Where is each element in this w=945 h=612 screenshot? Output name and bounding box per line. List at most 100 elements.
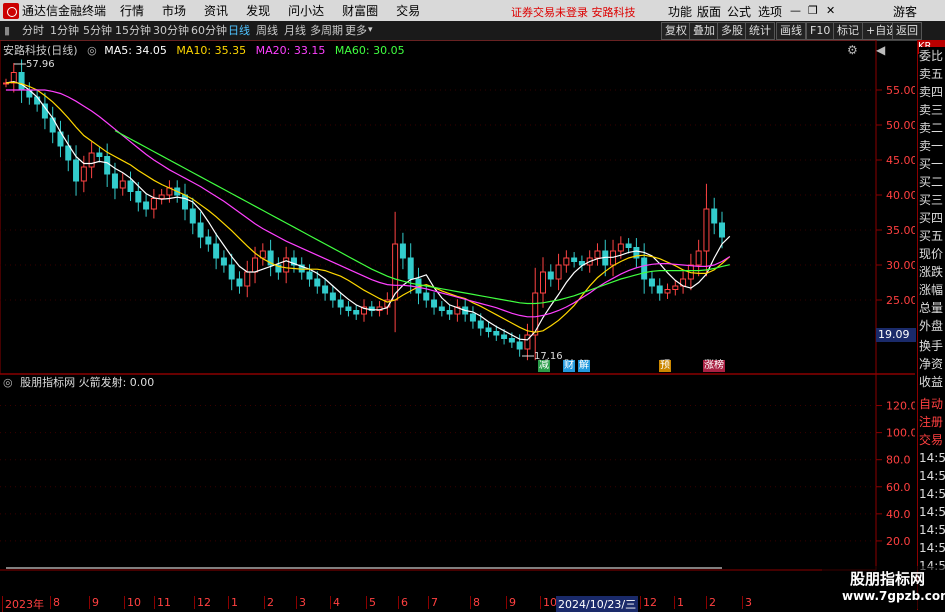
settings-gear-icon[interactable]: ⚙ bbox=[847, 43, 858, 57]
x-axis-label: 1 bbox=[228, 596, 238, 609]
period-60min[interactable]: 60分钟 bbox=[189, 23, 229, 38]
period-weekly[interactable]: 周线 bbox=[254, 23, 280, 38]
side-panel-row: 换手 bbox=[919, 337, 945, 355]
x-axis-label: 11 bbox=[154, 596, 171, 609]
candle-body bbox=[485, 327, 492, 332]
period-1min[interactable]: 1分钟 bbox=[48, 23, 81, 38]
chevron-down-icon[interactable]: ▾ bbox=[366, 23, 375, 38]
kline-chart[interactable]: 25.00 30.00 35.00 40.00 45.00 50.00 55.00 20.0 4… bbox=[0, 40, 915, 610]
candle-body bbox=[135, 191, 142, 203]
side-panel-row: 涨跌 bbox=[919, 263, 945, 281]
menu-hangqing[interactable]: 行情 bbox=[120, 2, 144, 19]
ma5-line bbox=[5, 80, 731, 341]
candle-body bbox=[182, 194, 188, 210]
side-panel-row: 委比 bbox=[919, 47, 945, 65]
candle-body bbox=[337, 299, 344, 308]
x-axis-label: 3 bbox=[296, 596, 306, 609]
candle-body bbox=[617, 243, 624, 252]
candle-body bbox=[423, 292, 430, 301]
event-marker[interactable]: 涨榜 bbox=[703, 360, 725, 372]
candle-body bbox=[306, 271, 313, 280]
quote-side-panel: KR 委比卖五卖四卖三卖二卖一买一买二买三买四买五现价涨跌涨幅总量外盘换手净资收… bbox=[917, 40, 945, 610]
period-30min[interactable]: 30分钟 bbox=[151, 23, 191, 38]
minimize-icon[interactable]: — bbox=[790, 4, 801, 17]
candle-body bbox=[220, 257, 227, 266]
x-axis-label: 1 bbox=[674, 596, 684, 609]
menu-caifuquan[interactable]: 财富圈 bbox=[342, 2, 378, 19]
sub-ytick-label: 80.0 bbox=[886, 454, 911, 467]
side-panel-row: 14:56 bbox=[919, 467, 945, 485]
candle-body bbox=[104, 156, 111, 175]
event-marker[interactable]: 解 bbox=[578, 360, 590, 372]
statistics-button[interactable]: 统计 bbox=[745, 22, 775, 40]
draw-line-button[interactable]: 画线 bbox=[776, 22, 806, 40]
watermark-name: 股朋指标网 bbox=[850, 570, 926, 588]
period-fenshi[interactable]: 分时 bbox=[20, 23, 46, 38]
menu-banmian[interactable]: 版面 bbox=[697, 3, 721, 20]
candle-body bbox=[189, 208, 196, 224]
side-panel-row: 净资 bbox=[919, 355, 945, 373]
close-icon[interactable]: ✕ bbox=[826, 4, 835, 17]
back-button[interactable]: 返回 bbox=[892, 22, 922, 40]
side-panel-row: 买四 bbox=[919, 209, 945, 227]
mark-button[interactable]: 标记 bbox=[833, 22, 863, 40]
x-axis-label: 5 bbox=[366, 596, 376, 609]
menu-gongneng[interactable]: 功能 bbox=[668, 3, 692, 20]
period-15min[interactable]: 15分钟 bbox=[113, 23, 153, 38]
menu-wenxiaoda[interactable]: 问小达 bbox=[288, 2, 324, 19]
menu-gongshi[interactable]: 公式 bbox=[727, 3, 751, 20]
candle-body bbox=[283, 257, 290, 273]
fuquan-button[interactable]: 复权 bbox=[661, 22, 691, 40]
candle-body bbox=[719, 222, 725, 238]
period-daily[interactable]: 日线 bbox=[226, 23, 252, 38]
side-panel-row: 买五 bbox=[919, 227, 945, 245]
period-toggle-icon[interactable]: ▮ bbox=[2, 23, 12, 38]
candle-body bbox=[244, 271, 251, 287]
collapse-icon[interactable]: ◎ bbox=[87, 44, 97, 57]
side-panel-row: 14:56 bbox=[919, 503, 945, 521]
login-notice[interactable]: 证券交易未登录 安路科技 bbox=[511, 4, 636, 20]
side-panel-row: 自动 bbox=[919, 395, 945, 413]
menu-jiaoyi[interactable]: 交易 bbox=[396, 2, 420, 19]
side-panel-row: 涨幅 bbox=[919, 281, 945, 299]
main-ytick-label: 40.00 bbox=[886, 189, 915, 202]
menu-faxian[interactable]: 发现 bbox=[246, 2, 270, 19]
x-axis-label: 8 bbox=[470, 596, 480, 609]
period-5min[interactable]: 5分钟 bbox=[81, 23, 114, 38]
x-axis-label: 2 bbox=[706, 596, 716, 609]
menu-zixun[interactable]: 资讯 bbox=[204, 2, 228, 19]
app-logo-icon bbox=[3, 2, 19, 19]
candle-body bbox=[252, 257, 259, 273]
multi-stock-button[interactable]: 多股 bbox=[717, 22, 747, 40]
x-axis-label: 3 bbox=[742, 596, 752, 609]
expand-icon[interactable]: ◀ bbox=[876, 43, 885, 57]
candle-body bbox=[711, 208, 718, 224]
period-multi[interactable]: 多周期 bbox=[308, 23, 345, 38]
candle-body bbox=[18, 72, 25, 91]
f10-button[interactable]: F10 bbox=[806, 22, 835, 40]
overlay-button[interactable]: 叠加 bbox=[689, 22, 719, 40]
candle-body bbox=[119, 180, 126, 189]
candle-body bbox=[80, 166, 87, 182]
sub-ytick-label: 100.0 bbox=[886, 427, 915, 440]
menu-xuanxiang[interactable]: 选项 bbox=[758, 3, 782, 20]
restore-icon[interactable]: ❐ bbox=[808, 4, 818, 17]
period-monthly[interactable]: 月线 bbox=[282, 23, 308, 38]
candle-body bbox=[555, 264, 562, 280]
candle-body bbox=[143, 201, 150, 210]
event-marker[interactable]: 财 bbox=[563, 360, 575, 372]
event-marker[interactable]: 预 bbox=[659, 360, 671, 372]
candle-body bbox=[88, 152, 95, 168]
guest-label[interactable]: 游客 bbox=[893, 3, 917, 20]
event-marker[interactable]: 减 bbox=[538, 360, 550, 372]
candle-body bbox=[477, 320, 484, 329]
menu-shichang[interactable]: 市场 bbox=[162, 2, 186, 19]
main-ytick-label: 55.00 bbox=[886, 84, 915, 97]
candle-body bbox=[34, 96, 41, 105]
app-title: 通达信金融终端 bbox=[22, 4, 107, 18]
candle-body bbox=[213, 243, 220, 259]
side-panel-row: 卖三 bbox=[919, 101, 945, 119]
ma60-line bbox=[114, 130, 730, 305]
settings-icon[interactable]: ◎ bbox=[3, 376, 13, 389]
main-panel-frame bbox=[0, 40, 877, 375]
